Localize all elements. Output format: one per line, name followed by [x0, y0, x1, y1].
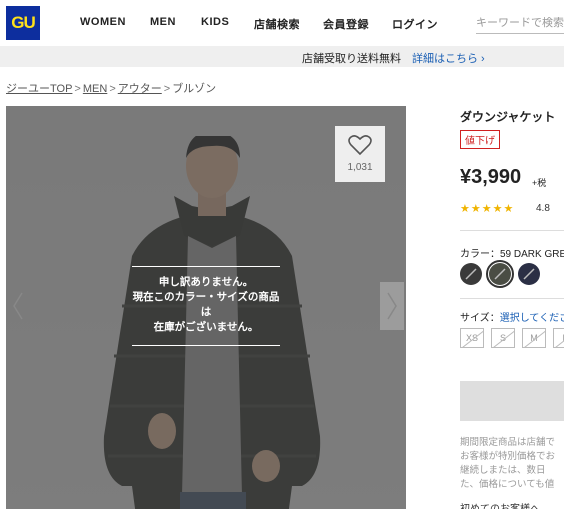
price-tax-label: +税: [532, 178, 547, 188]
unavailable-slash: [461, 329, 483, 347]
product-image-area: 申し訳ありません。 現在このカラー・サイズの商品 は 在庫がございません。 1,…: [6, 106, 406, 509]
sale-badge: 値下げ: [460, 130, 500, 149]
color-label-text: カラー：: [460, 249, 500, 260]
soldout-line: 申し訳ありません。: [158, 276, 254, 288]
nav-login[interactable]: ログイン: [392, 16, 438, 32]
chevron-right-icon: [387, 292, 397, 320]
unavailable-slash-icon: [465, 268, 477, 280]
breadcrumb-current: ブルゾン: [172, 83, 217, 95]
soldout-line: 現在このカラー・サイズの商品: [132, 291, 280, 303]
gu-logo[interactable]: GU: [6, 6, 40, 40]
favorite-count: 1,031: [347, 162, 373, 173]
color-value: 59 DARK GREEN: [500, 249, 564, 260]
size-option-m[interactable]: M: [522, 328, 546, 348]
next-image-button[interactable]: [380, 282, 404, 330]
soldout-line: 在庫がございません。: [153, 321, 259, 333]
breadcrumb-men[interactable]: MEN: [83, 83, 107, 95]
color-swatch-navy[interactable]: [518, 263, 540, 285]
size-option-xs[interactable]: XS: [460, 328, 484, 348]
unavailable-slash: [523, 329, 545, 347]
size-option-s[interactable]: S: [491, 328, 515, 348]
unavailable-slash-icon: [523, 268, 535, 280]
divider: [460, 230, 564, 231]
color-swatch-gray[interactable]: [460, 263, 482, 285]
breadcrumb-separator: >: [163, 83, 171, 95]
soldout-message: 申し訳ありません。 現在このカラー・サイズの商品 は 在庫がございません。: [132, 266, 280, 346]
nav-register[interactable]: 会員登録: [323, 16, 369, 32]
unavailable-slash-icon: [494, 268, 506, 280]
size-select-link[interactable]: 選択してください: [500, 313, 564, 324]
product-info-panel: ダウンジャケット 値下げ ¥3,990 +税 ★★★★★ 4.8 カラー：59 …: [460, 0, 564, 509]
nav-women[interactable]: WOMEN: [80, 16, 126, 28]
chevron-left-icon: [13, 292, 23, 320]
product-price: ¥3,990: [460, 166, 522, 188]
note-line: 継続しまたは、数日: [460, 465, 546, 476]
color-swatch-dark-green[interactable]: [489, 263, 511, 285]
size-label-text: サイズ：: [460, 313, 500, 324]
color-label: カラー：59 DARK GREEN: [460, 245, 564, 260]
note-line: お客様が特別価格でお: [460, 451, 556, 462]
nav-men[interactable]: MEN: [150, 16, 176, 28]
breadcrumb: ジーユーTOP > MEN > アウター > ブルゾン: [6, 80, 216, 96]
divider: [460, 298, 564, 299]
rating-stars[interactable]: ★★★★★: [460, 202, 514, 215]
note-line: 期間限定商品は店舗で: [460, 437, 556, 448]
breadcrumb-separator: >: [109, 83, 116, 95]
product-name: ダウンジャケット: [460, 110, 556, 124]
nav-store-search[interactable]: 店舗検索: [254, 16, 300, 32]
breadcrumb-separator: >: [74, 83, 81, 95]
promo-text: 店舗受取り送料無料: [302, 53, 401, 65]
breadcrumb-outer[interactable]: アウター: [118, 83, 162, 95]
add-to-cart-button[interactable]: [460, 381, 564, 421]
nav-kids[interactable]: KIDS: [201, 16, 229, 28]
rating-value: 4.8: [536, 203, 550, 214]
soldout-line: は: [200, 306, 212, 318]
size-option-l[interactable]: L: [553, 328, 564, 348]
note-line: た、価格についても値: [460, 479, 555, 490]
breadcrumb-top[interactable]: ジーユーTOP: [6, 83, 72, 95]
size-label: サイズ：選択してください: [460, 309, 564, 324]
first-time-link[interactable]: 初めてのお客様へ: [460, 500, 540, 509]
limited-price-note: 期間限定商品は店舗で お客様が特別価格でお 継続しまたは、数日 た、価格について…: [460, 436, 564, 492]
unavailable-slash: [492, 329, 514, 347]
prev-image-button[interactable]: [6, 282, 30, 330]
heart-icon: [348, 135, 372, 156]
favorite-button[interactable]: 1,031: [335, 126, 385, 182]
